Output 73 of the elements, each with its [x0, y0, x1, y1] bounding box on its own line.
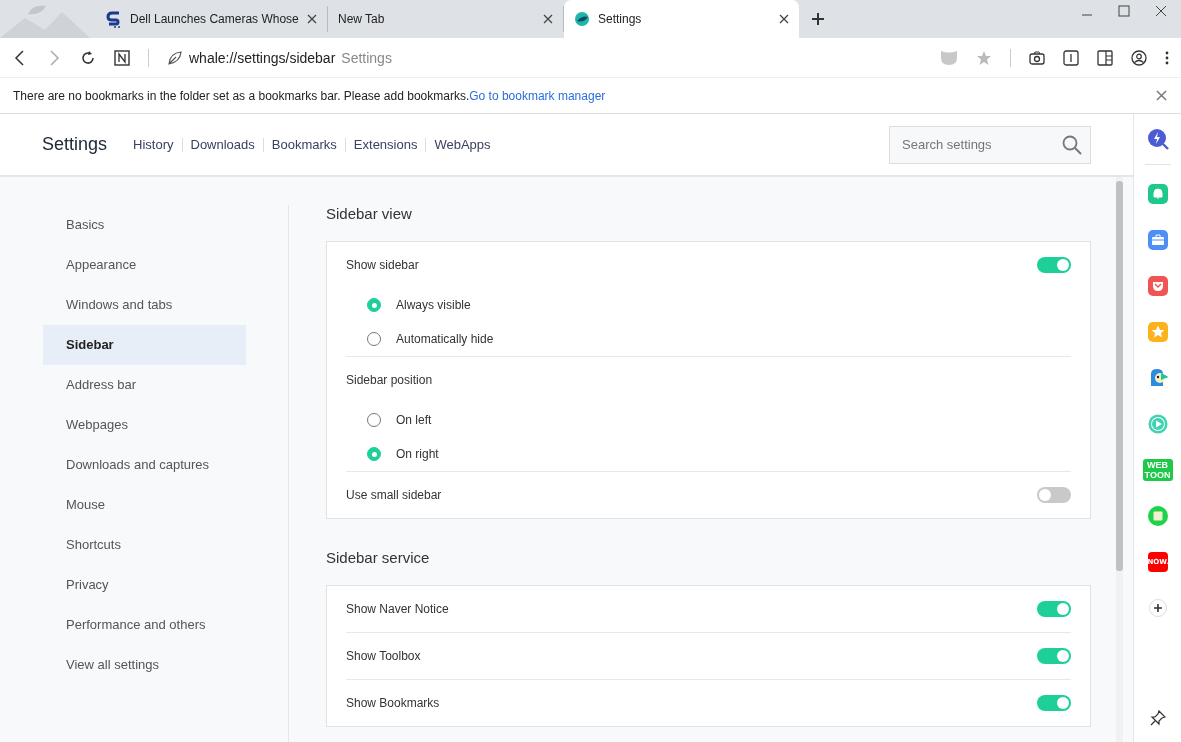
briefcase-icon[interactable] [1147, 230, 1168, 250]
site-icon [106, 10, 122, 28]
nav-item[interactable]: Sidebar [43, 325, 246, 365]
close-icon[interactable] [1155, 5, 1167, 17]
tab-title: New Tab [338, 12, 386, 26]
search-field[interactable]: Search settings [889, 125, 1091, 164]
section-title: Sidebar service [326, 549, 431, 568]
maximize-icon[interactable] [1118, 5, 1130, 17]
split-view-icon[interactable] [1097, 49, 1113, 66]
close-icon[interactable] [543, 14, 553, 24]
nav-item[interactable]: Windows and tabs [43, 285, 246, 325]
setting-label: Sidebar position [346, 373, 433, 387]
header-link[interactable]: History [133, 137, 174, 152]
nav-item[interactable]: Privacy [43, 565, 246, 605]
header-link[interactable]: Extensions [353, 137, 418, 152]
bookmark-notice: There are no bookmarks in the folder set as a bookmarks bar. Please add bookmarks. [13, 88, 470, 103]
setting-label: Show Toolbox [346, 649, 421, 663]
toggle-switch[interactable] [1037, 487, 1071, 503]
whale-icon [574, 11, 590, 27]
tab-title: Dell Launches Cameras Whose [130, 12, 299, 26]
nav-item[interactable]: Address bar [43, 365, 246, 405]
menu-icon[interactable] [1165, 49, 1169, 66]
header-link[interactable]: Bookmarks [271, 137, 337, 152]
setting-label: Show Bookmarks [346, 696, 440, 710]
radio-label: On left [396, 413, 432, 427]
settings-title: Settings [42, 134, 108, 155]
reader-icon[interactable] [1063, 49, 1079, 66]
pin-icon[interactable] [1149, 710, 1166, 726]
scrollbar[interactable] [1116, 177, 1123, 742]
header-link[interactable]: Downloads [190, 137, 255, 152]
radio-button[interactable] [367, 298, 381, 312]
camera-icon[interactable] [1029, 49, 1045, 66]
toggle-switch[interactable] [1037, 648, 1071, 664]
setting-label: Show Naver Notice [346, 602, 449, 616]
address-url[interactable]: whale://settings/sidebar [189, 49, 336, 66]
leaf-icon [167, 49, 183, 66]
toggle-switch[interactable] [1037, 257, 1071, 273]
close-icon[interactable] [1156, 90, 1167, 101]
radio-button[interactable] [367, 447, 381, 461]
nav-item[interactable]: Shortcuts [43, 525, 246, 565]
page-title: Settings [341, 49, 392, 66]
setting-label: Use small sidebar [346, 488, 442, 502]
nav-item[interactable]: Downloads and captures [43, 445, 246, 485]
bell-icon[interactable] [1147, 184, 1168, 204]
reload-icon[interactable] [80, 49, 96, 66]
bookmark-manager-link[interactable]: Go to bookmark manager [469, 88, 606, 103]
nav-item[interactable]: Basics [43, 205, 246, 245]
star-icon[interactable] [976, 49, 992, 66]
toggle-switch[interactable] [1037, 601, 1071, 617]
close-icon[interactable] [307, 14, 317, 24]
nav-item[interactable]: Performance and others [43, 605, 246, 645]
pocket-icon[interactable] [1147, 276, 1168, 296]
setting-label: Show sidebar [346, 258, 419, 272]
nav-item[interactable]: View all settings [43, 645, 246, 685]
section-title: Sidebar view [326, 205, 413, 224]
add-icon[interactable] [1148, 599, 1167, 617]
radio-label: Always visible [396, 298, 471, 312]
header-link[interactable]: WebApps [434, 137, 491, 152]
radio-label: Automatically hide [396, 332, 494, 346]
lightning-search-icon[interactable] [1146, 128, 1169, 150]
radio-label: On right [396, 447, 439, 461]
tab-title: Settings [598, 12, 643, 26]
new-tab-icon[interactable] [811, 12, 825, 26]
browser-tab[interactable]: Settings [564, 0, 799, 38]
profile-icon[interactable] [1131, 49, 1147, 66]
toggle-switch[interactable] [1037, 695, 1071, 711]
search-icon[interactable] [1062, 134, 1082, 155]
browser-tab[interactable]: Dell Launches Cameras Whose [96, 6, 328, 32]
n-icon[interactable] [114, 49, 130, 66]
nav-item[interactable]: Appearance [43, 245, 246, 285]
nav-item[interactable]: Webpages [43, 405, 246, 445]
close-icon[interactable] [779, 14, 789, 24]
nav-item[interactable]: Mouse [43, 485, 246, 525]
